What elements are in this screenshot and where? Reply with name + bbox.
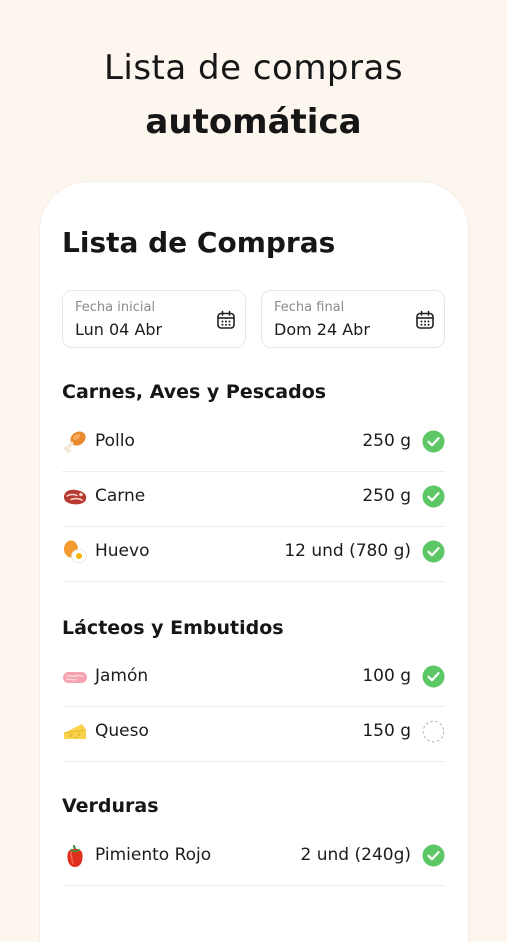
hero-title-line2: automática <box>145 102 362 142</box>
item-quantity: 12 und (780 g) <box>284 541 411 561</box>
item-name: Queso <box>95 721 149 741</box>
end-date-value: Dom 24 Abr <box>274 320 370 339</box>
item-quantity: 2 und (240g) <box>300 845 411 865</box>
hero-title-line1: Lista de compras <box>103 48 404 88</box>
meat-icon <box>64 489 87 505</box>
red-pepper-icon <box>67 845 83 867</box>
hero-heading: Lista de compras automática <box>0 46 507 144</box>
item-name: Carne <box>95 486 146 506</box>
item-quantity: 250 g <box>362 486 411 506</box>
list-item-pollo[interactable]: Pollo 250 g <box>62 416 445 472</box>
item-quantity: 150 g <box>362 721 411 741</box>
item-name: Jamón <box>95 666 149 686</box>
egg-icon <box>64 540 87 563</box>
list-item-jamon[interactable]: Jamón 100 g <box>62 651 445 707</box>
check-circle-icon[interactable] <box>422 540 445 563</box>
list-item-carne[interactable]: Carne 250 g <box>62 471 445 527</box>
start-date-field[interactable]: Fecha inicial Lun 04 Abr <box>62 290 246 348</box>
start-date-label: Fecha inicial <box>75 300 156 315</box>
list-item-queso[interactable]: Queso 150 g <box>62 706 445 762</box>
check-circle-icon[interactable] <box>422 430 445 453</box>
item-quantity: 250 g <box>362 431 411 451</box>
item-name: Pimiento Rojo <box>95 845 212 865</box>
item-name: Huevo <box>95 541 150 561</box>
start-date-value: Lun 04 Abr <box>75 320 163 339</box>
calendar-icon[interactable] <box>415 310 435 330</box>
section-title-meats: Carnes, Aves y Pescados <box>62 381 327 403</box>
item-quantity: 100 g <box>362 666 411 686</box>
check-circle-icon[interactable] <box>422 665 445 688</box>
section-title-dairy: Lácteos y Embutidos <box>62 617 284 639</box>
section-title-vegetables: Verduras <box>62 795 159 817</box>
check-circle-icon[interactable] <box>422 485 445 508</box>
check-circle-icon[interactable] <box>422 844 445 867</box>
end-date-label: Fecha final <box>274 300 345 315</box>
ham-icon <box>63 672 87 683</box>
phone-screen: Lista de Compras Fecha inicial Lun 04 Ab… <box>40 182 468 942</box>
chicken-leg-icon <box>64 431 86 453</box>
unchecked-circle-icon[interactable] <box>422 720 445 743</box>
end-date-field[interactable]: Fecha final Dom 24 Abr <box>261 290 445 348</box>
item-name: Pollo <box>95 431 135 451</box>
calendar-icon[interactable] <box>216 310 236 330</box>
page-title: Lista de Compras <box>62 226 336 259</box>
list-item-pimiento-rojo[interactable]: Pimiento Rojo 2 und (240g) <box>62 830 445 886</box>
cheese-icon <box>63 724 87 739</box>
list-item-huevo[interactable]: Huevo 12 und (780 g) <box>62 526 445 582</box>
